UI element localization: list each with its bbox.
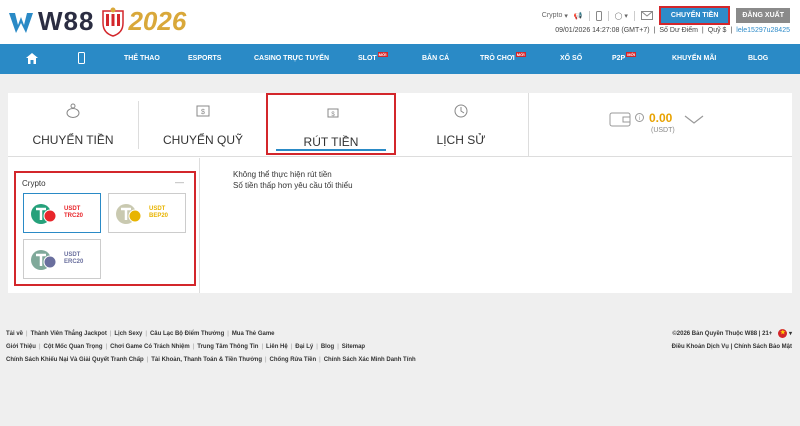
w88-logo-icon bbox=[9, 12, 33, 33]
new-badge: MỚI bbox=[626, 52, 637, 57]
footer-link[interactable]: Chính Sách Xác Minh Danh Tính bbox=[324, 354, 416, 367]
info-icon[interactable]: i bbox=[635, 113, 644, 122]
nav-slot[interactable]: SLOTMỚI bbox=[358, 52, 388, 62]
footer-link[interactable]: Cột Mốc Quan Trọng bbox=[44, 341, 103, 354]
nav-blog[interactable]: BLOG bbox=[748, 55, 768, 62]
footer-link[interactable]: Câu Lạc Bộ Điểm Thưởng bbox=[150, 328, 224, 341]
coin-usdt-bep20[interactable]: USDT BEP20 bbox=[108, 193, 186, 233]
footer-row-3: Chính Sách Khiếu Nại Và Giải Quyết Tranh… bbox=[6, 354, 794, 367]
tether-bep20-icon bbox=[116, 204, 142, 224]
points-balance-link[interactable]: Số Dư Điểm bbox=[659, 27, 698, 34]
svg-text:$: $ bbox=[201, 109, 205, 116]
header-tools: Crypto ▾ 📢 ◯ ▾ CHUYỂN TIỀN ĐĂNG XUẤT bbox=[542, 5, 790, 26]
mail-icon[interactable] bbox=[640, 11, 653, 20]
footer-link[interactable]: Tải về bbox=[6, 328, 23, 341]
tab-withdraw[interactable]: $ RÚT TIỀN bbox=[266, 93, 396, 155]
coin-usdt-trc20[interactable]: USDT TRC20 bbox=[23, 193, 101, 233]
chevron-down-icon[interactable] bbox=[684, 115, 704, 125]
piggy-bank-icon bbox=[66, 103, 80, 118]
copyright: ©2026 Bản Quyền Thuộc W88 | 21+ bbox=[672, 331, 773, 337]
nav-lottery[interactable]: XỔ SỐ bbox=[560, 55, 582, 62]
footer-link[interactable]: Đại Lý bbox=[295, 341, 313, 354]
crypto-section: Crypto — USDT TRC20 USDT BEP20 USDT ERC2… bbox=[14, 171, 196, 286]
coin-usdt-erc20[interactable]: USDT ERC20 bbox=[23, 239, 101, 279]
footer-link[interactable]: Trung Tâm Thông Tin bbox=[197, 341, 258, 354]
nav-live-casino[interactable]: CASINO TRỰC TUYẾN bbox=[254, 55, 329, 62]
balance-amount: 0.00 bbox=[649, 111, 673, 125]
footer-link[interactable]: Thành Viên Thắng Jackpot bbox=[31, 328, 107, 341]
main-nav: THỂ THAO ESPORTS CASINO TRỰC TUYẾN SLOTM… bbox=[0, 44, 800, 74]
footer-link[interactable]: Blog bbox=[321, 341, 334, 354]
footer-link[interactable]: Mua Thẻ Game bbox=[232, 328, 275, 341]
svg-text:i: i bbox=[639, 116, 640, 122]
nav-esports[interactable]: ESPORTS bbox=[188, 55, 221, 62]
balance-unit: (USDT) bbox=[651, 127, 675, 134]
nav-sports[interactable]: THỂ THAO bbox=[124, 55, 160, 62]
currency-select[interactable]: Crypto ▾ bbox=[542, 12, 568, 20]
logout-button[interactable]: ĐĂNG XUẤT bbox=[736, 8, 790, 23]
footer-link[interactable]: Giới Thiệu bbox=[6, 341, 36, 354]
footer-link[interactable]: Liên Hệ bbox=[266, 341, 288, 354]
transfer-icon: $ bbox=[196, 105, 210, 117]
footer-legal: ©2026 Bản Quyền Thuộc W88 | 21+ ★ ▾ Điều … bbox=[671, 328, 792, 350]
cashier-panel: CHUYỂN TIỀN $ CHUYỂN QUỸ $ RÚT TIỀN LỊCH… bbox=[8, 93, 792, 293]
tab-history[interactable]: LỊCH SỬ bbox=[396, 93, 526, 157]
tether-erc20-icon bbox=[31, 250, 57, 270]
footer-link[interactable]: Chính Sách Khiếu Nại Và Giải Quyết Tranh… bbox=[6, 354, 144, 367]
logo[interactable]: W88 2026 bbox=[8, 6, 186, 37]
tab-fund-transfer[interactable]: $ CHUYỂN QUỸ bbox=[138, 93, 268, 157]
username[interactable]: lele15297u28425 bbox=[736, 27, 790, 34]
language-select[interactable]: ◯ ▾ bbox=[615, 12, 628, 20]
chevron-down-icon[interactable]: ▾ bbox=[789, 331, 792, 337]
wallet-icon bbox=[609, 112, 631, 127]
account-info: 09/01/2026 14:27:08 (GMT+7) | Số Dư Điểm… bbox=[555, 27, 790, 34]
transfer-button[interactable]: CHUYỂN TIỀN bbox=[657, 5, 732, 26]
brand-name: W88 bbox=[38, 6, 95, 36]
footer-link[interactable]: Tài Khoản, Thanh Toán & Tiền Thưởng bbox=[151, 354, 262, 367]
crypto-title: Crypto bbox=[22, 179, 46, 188]
footer-link[interactable]: Chơi Game Có Trách Nhiệm bbox=[110, 341, 190, 354]
mobile-icon[interactable] bbox=[595, 10, 602, 21]
datetime: 09/01/2026 14:27:08 (GMT+7) bbox=[555, 27, 650, 34]
cashier-tabs: CHUYỂN TIỀN $ CHUYỂN QUỸ $ RÚT TIỀN LỊCH… bbox=[8, 93, 792, 157]
nav-p2p[interactable]: P2PMỚI bbox=[612, 52, 637, 62]
footer-link[interactable]: Lịch Sexy bbox=[114, 328, 142, 341]
mobile-app-icon[interactable] bbox=[78, 52, 85, 64]
privacy-link[interactable]: Chính Sách Bảo Mật bbox=[734, 344, 792, 350]
new-badge: MỚI bbox=[377, 52, 388, 57]
vietnam-flag-icon[interactable]: ★ bbox=[778, 328, 788, 338]
club-crest-icon bbox=[102, 7, 125, 37]
terms-link[interactable]: Điều Khoản Dịch Vụ bbox=[672, 344, 729, 350]
tether-trc20-icon bbox=[31, 204, 57, 224]
nav-promotions[interactable]: KHUYẾN MÃI bbox=[672, 55, 716, 62]
collapse-icon[interactable]: — bbox=[175, 177, 184, 187]
wallet-balance[interactable]: i 0.00 (USDT) bbox=[528, 93, 792, 157]
withdraw-message: Không thể thực hiện rút tiền Số tiền thấ… bbox=[233, 169, 353, 191]
history-icon bbox=[454, 104, 468, 118]
nav-fishing[interactable]: BẮN CÁ bbox=[422, 55, 449, 62]
megaphone-icon[interactable]: 📢 bbox=[574, 12, 583, 20]
payment-methods: Crypto — USDT TRC20 USDT BEP20 USDT ERC2… bbox=[8, 158, 200, 293]
footer-link[interactable]: Chống Rửa Tiền bbox=[270, 354, 317, 367]
home-icon[interactable] bbox=[26, 53, 38, 64]
nav-games[interactable]: TRÒ CHƠIMỚI bbox=[480, 52, 526, 62]
new-badge: MỚI bbox=[515, 52, 526, 57]
header: W88 2026 Crypto ▾ 📢 ◯ ▾ CHUYỂN TIỀN ĐĂNG… bbox=[0, 0, 800, 44]
tab-deposit[interactable]: CHUYỂN TIỀN bbox=[8, 93, 138, 157]
cash-icon: $ bbox=[327, 108, 339, 118]
year-banner: 2026 bbox=[128, 6, 187, 36]
footer-link[interactable]: Sitemap bbox=[342, 341, 365, 354]
message-line-1: Không thể thực hiện rút tiền bbox=[233, 170, 332, 179]
fund-balance-link[interactable]: Quỹ $ bbox=[708, 27, 727, 34]
message-line-2: Số tiền thấp hơn yêu cầu tối thiểu bbox=[233, 181, 353, 190]
